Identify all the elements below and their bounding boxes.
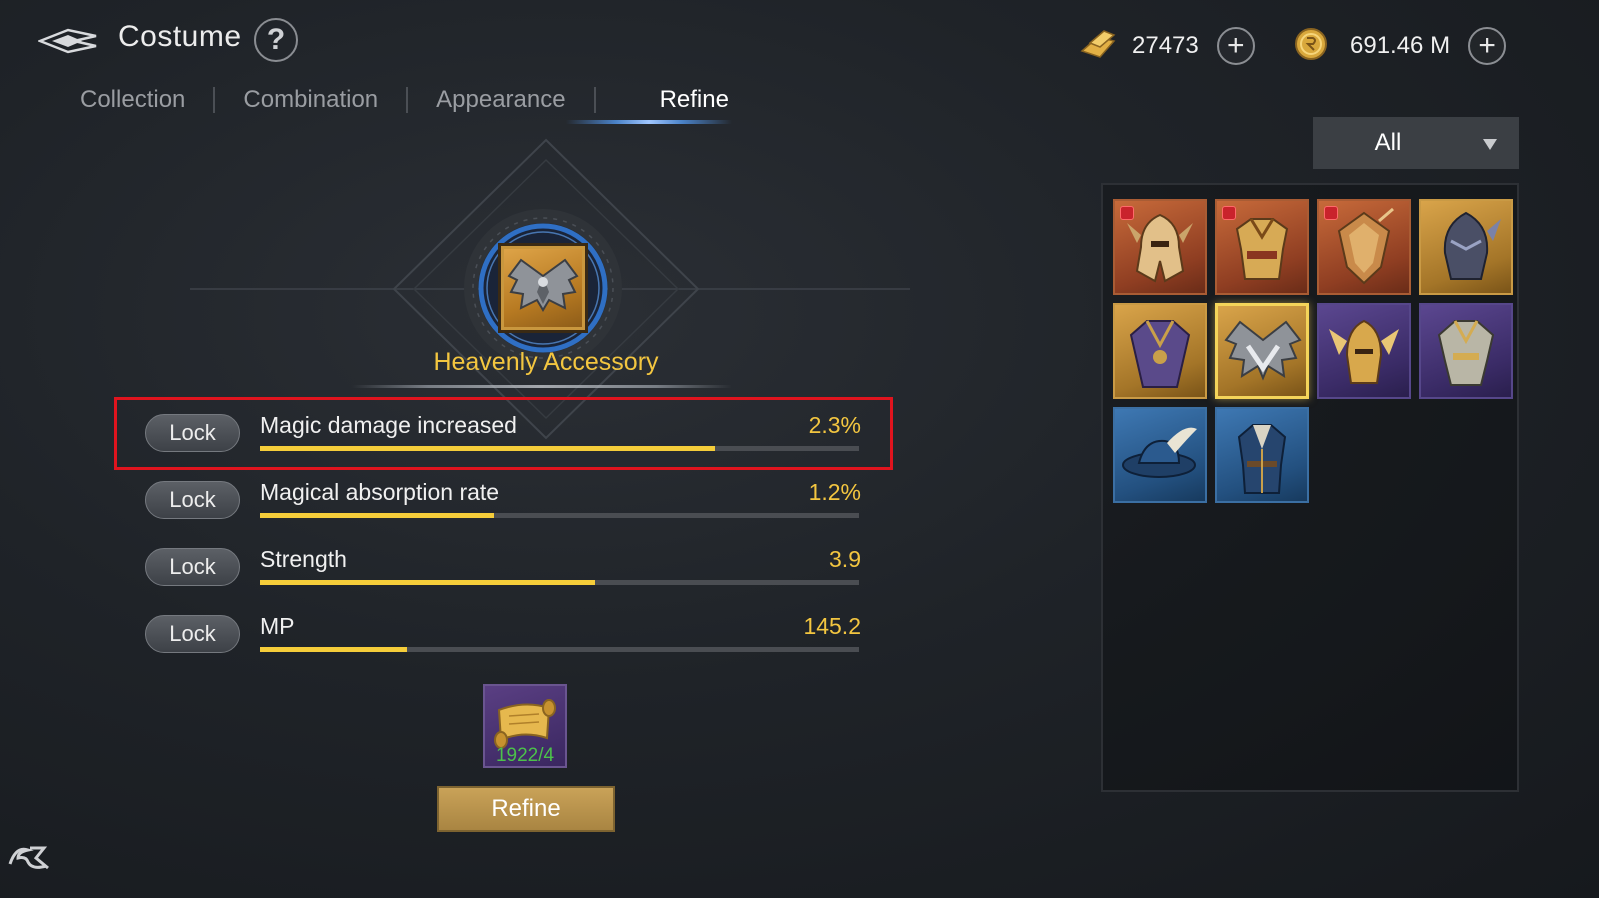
stat-bar-fill (260, 647, 407, 652)
gold-armor-icon (1235, 218, 1289, 280)
stat-bar-fill (260, 446, 716, 451)
costume-slot[interactable] (1215, 199, 1309, 295)
stat-bar (260, 580, 859, 585)
costume-slot[interactable] (1317, 303, 1411, 399)
gold-bar-icon (1078, 27, 1118, 66)
costume-slot[interactable] (1317, 199, 1411, 295)
stat-bar-fill (260, 513, 494, 518)
feathered-hat-icon (1122, 427, 1197, 478)
lock-button[interactable]: Lock (145, 615, 240, 653)
stat-value: 3.9 (829, 546, 861, 572)
currency-gold-coin: 691.46 M + (1294, 26, 1507, 66)
stat-value: 2.3% (808, 412, 861, 438)
add-gold-bar-button[interactable]: + (1216, 27, 1255, 65)
stat-row: Lock MP 145.2 (145, 601, 861, 653)
tab-divider (213, 87, 216, 113)
tab-bar: Collection Combination Appearance Refine (60, 78, 749, 122)
filter-selected-value: All (1374, 129, 1402, 156)
game-logo (6, 838, 52, 874)
currency-gold-bar: 27473 + (1078, 26, 1255, 66)
silver-armor-icon (1437, 320, 1495, 386)
filter-dropdown[interactable]: All (1313, 117, 1519, 169)
back-arrow-icon[interactable] (36, 26, 100, 56)
stat-bar (260, 647, 859, 652)
dark-helmet-icon (1443, 211, 1501, 280)
costume-slot[interactable] (1113, 303, 1207, 399)
stat-bar (260, 446, 859, 451)
refine-button[interactable]: Refine (437, 786, 615, 832)
tab-divider (593, 87, 596, 113)
tab-divider (406, 87, 409, 113)
ornate-shield-icon (1337, 207, 1394, 285)
gold-coin-amount: 691.46 M (1350, 32, 1451, 59)
blue-coat-icon (1237, 424, 1287, 494)
purple-armor-icon (1129, 320, 1191, 388)
gold-bar-amount: 27473 (1132, 32, 1199, 59)
stat-value: 1.2% (808, 479, 861, 505)
stat-label: MP (260, 613, 295, 639)
stat-label: Magical absorption rate (260, 479, 500, 505)
stat-label: Strength (260, 546, 347, 572)
costume-slot[interactable] (1113, 407, 1207, 503)
stat-row: Lock Magical absorption rate 1.2% (145, 467, 861, 519)
page-title: Costume (118, 20, 242, 53)
costume-slot[interactable] (1215, 407, 1309, 503)
winged-accessory-icon (507, 258, 579, 312)
stat-row: Lock Magic damage increased 2.3% (145, 400, 861, 452)
costume-slot[interactable] (1419, 303, 1513, 399)
active-tab-indicator (566, 120, 732, 124)
horned-helmet-icon (1127, 213, 1193, 283)
winged-helmet-icon (1329, 319, 1399, 384)
lock-button[interactable]: Lock (145, 481, 240, 519)
stat-row: Lock Strength 3.9 (145, 534, 861, 586)
costume-grid (1101, 183, 1519, 792)
gold-coin-icon (1294, 27, 1328, 66)
add-gold-coin-button[interactable]: + (1468, 27, 1507, 65)
tab-appearance[interactable]: Appearance (416, 86, 585, 114)
selected-item-slot (498, 243, 588, 333)
lock-button[interactable]: Lock (145, 414, 240, 452)
stat-label: Magic damage increased (260, 412, 517, 438)
costume-slot-selected[interactable] (1215, 303, 1309, 399)
material-count: 1922/4 (495, 745, 555, 766)
stat-value: 145.2 (803, 613, 861, 639)
item-name-divider (352, 385, 732, 388)
tab-combination[interactable]: Combination (223, 86, 398, 114)
tab-collection[interactable]: Collection (60, 86, 205, 114)
lock-button[interactable]: Lock (145, 548, 240, 586)
tab-refine[interactable]: Refine (640, 86, 749, 114)
stat-bar-fill (260, 580, 596, 585)
winged-accessory-icon (1224, 320, 1302, 381)
item-name: Heavenly Accessory (433, 348, 659, 376)
costume-slot[interactable] (1113, 199, 1207, 295)
help-button[interactable]: ? (254, 18, 298, 62)
stat-bar (260, 513, 859, 518)
dropdown-arrow-icon (1483, 139, 1497, 150)
costume-slot[interactable] (1419, 199, 1513, 295)
